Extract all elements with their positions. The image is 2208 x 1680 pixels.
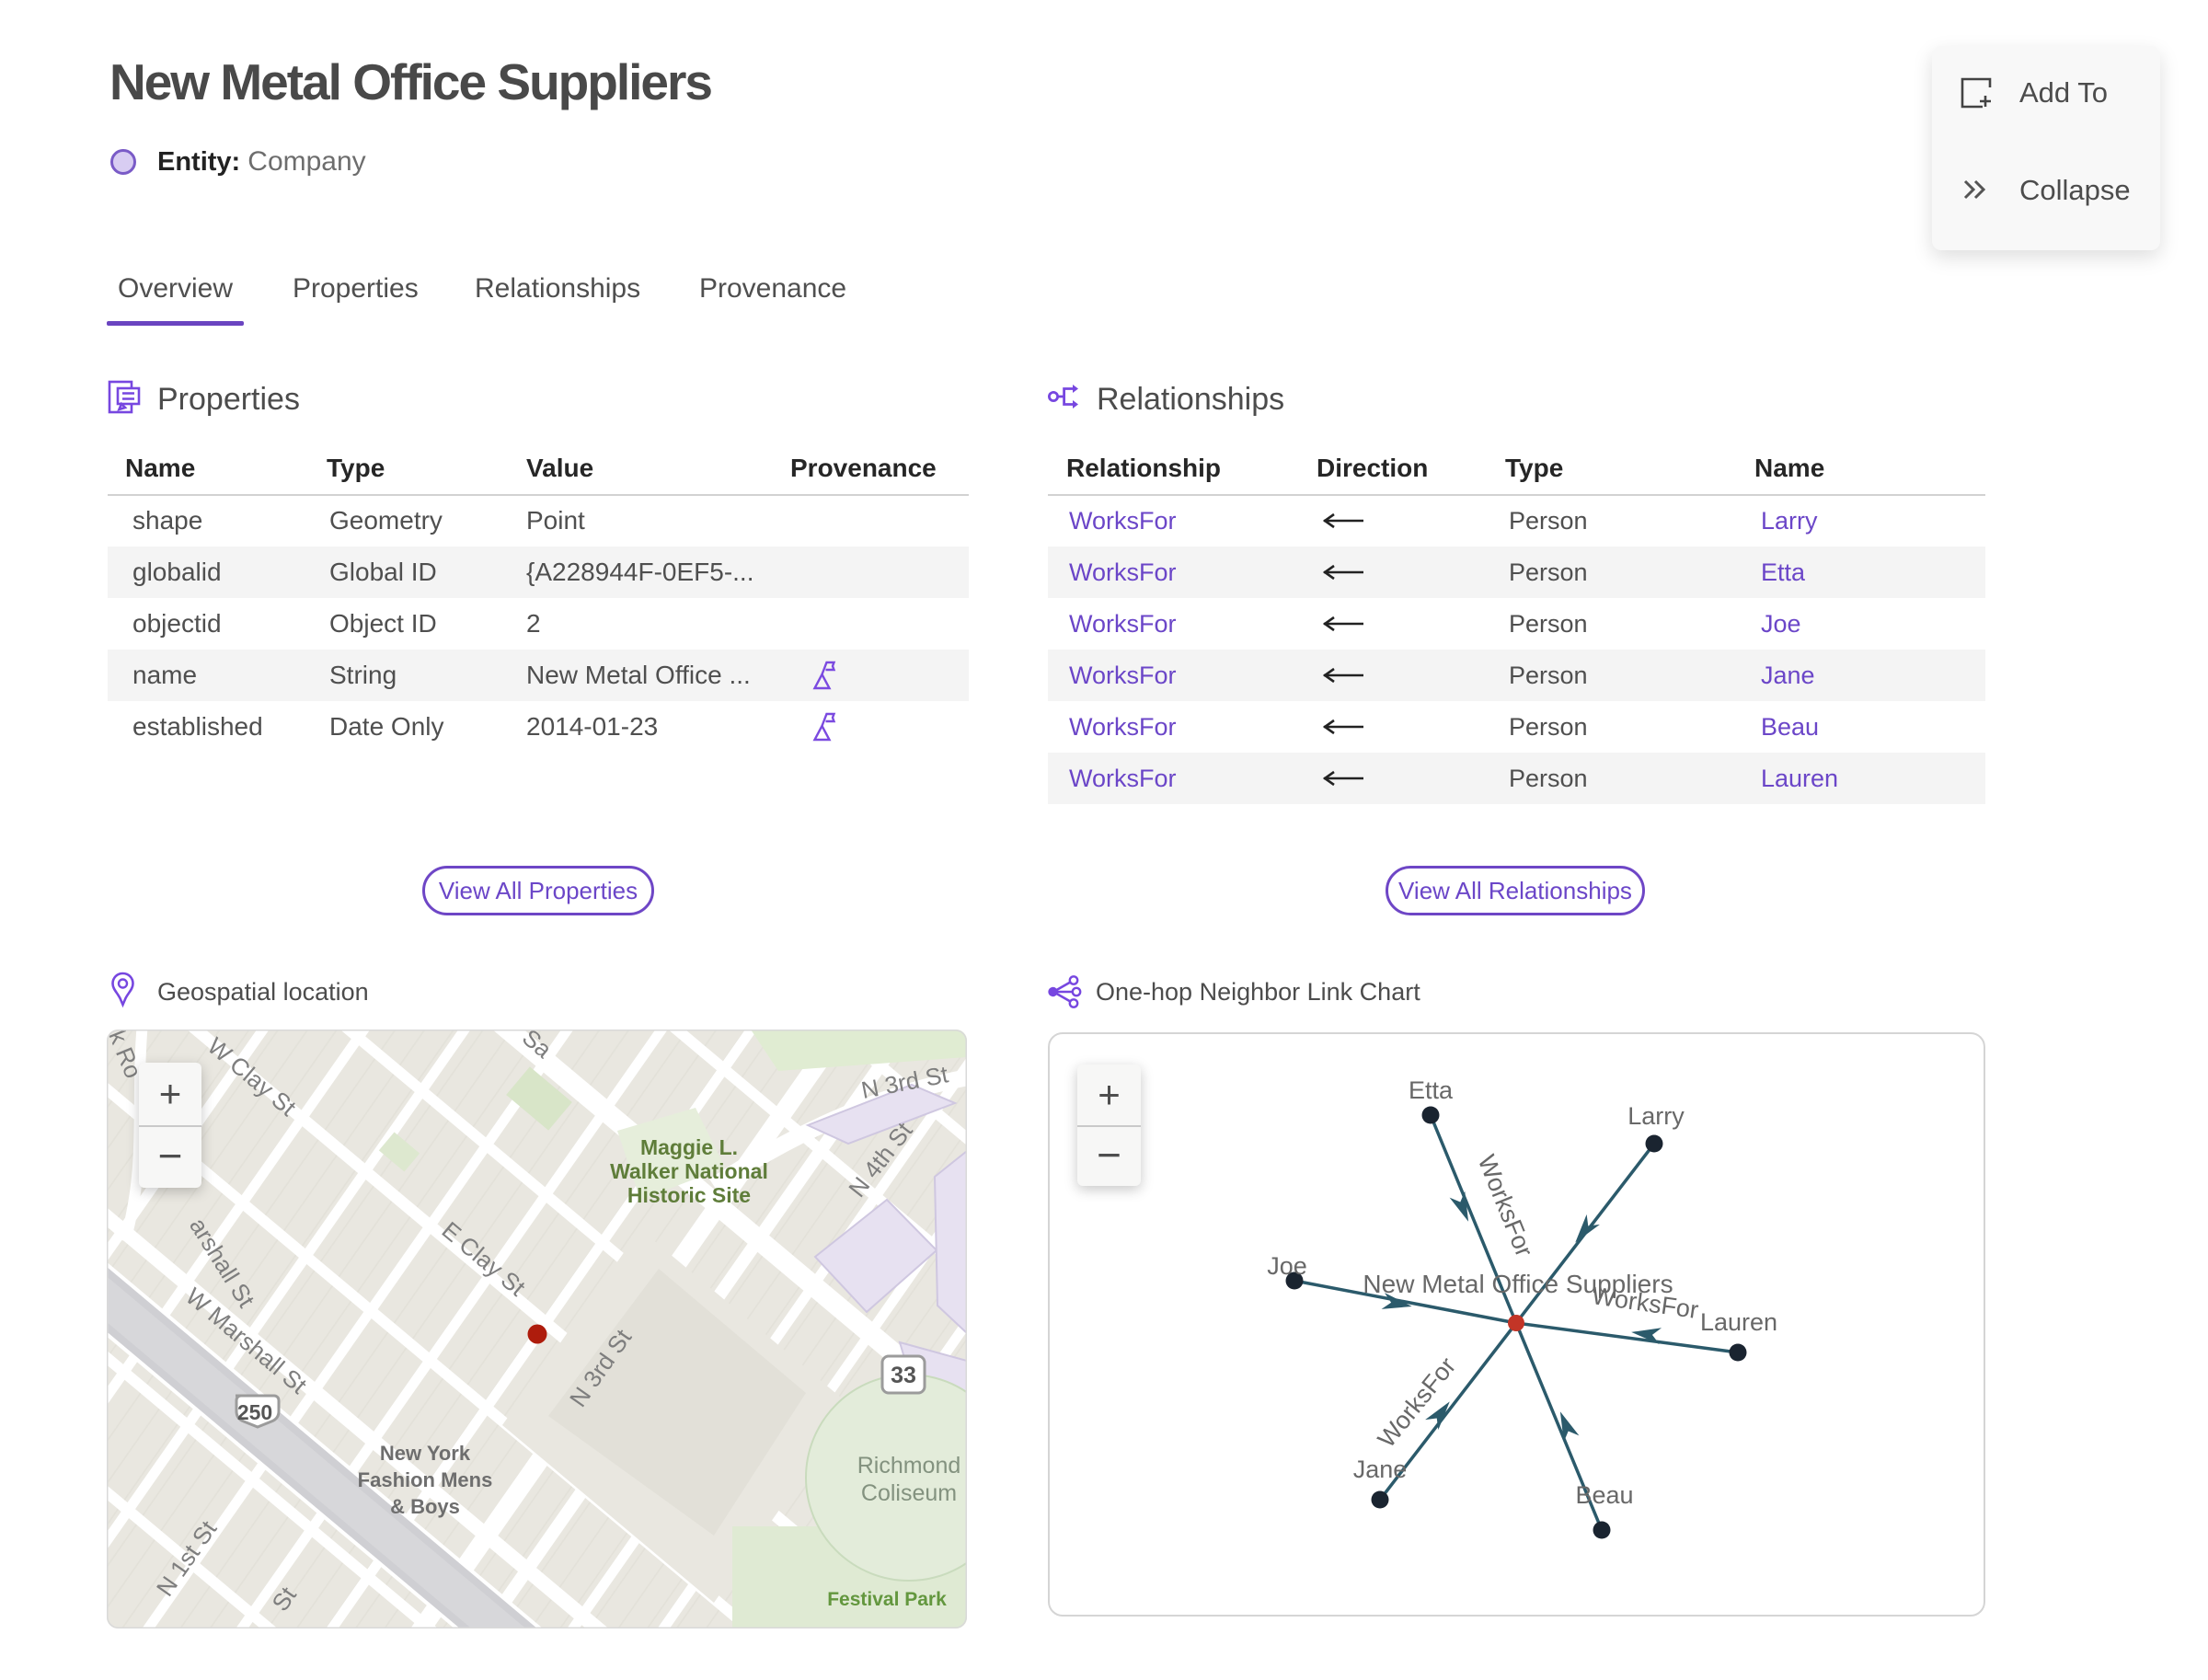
svg-text:Fashion Mens: Fashion Mens [358,1468,493,1491]
svg-text:Festival Park: Festival Park [827,1589,947,1610]
svg-text:Maggie L.: Maggie L. [640,1135,738,1159]
svg-text:250: 250 [237,1400,272,1424]
svg-text:Etta: Etta [1409,1076,1454,1104]
svg-text:Walker National: Walker National [610,1159,768,1183]
svg-text:Historic Site: Historic Site [627,1183,751,1207]
svg-text:Jane: Jane [1353,1456,1408,1483]
svg-text:33: 33 [891,1363,916,1388]
svg-text:Richmond: Richmond [857,1453,961,1479]
svg-text:Larry: Larry [1627,1102,1685,1130]
svg-text:Beau: Beau [1575,1481,1633,1509]
svg-text:Lauren: Lauren [1700,1308,1777,1336]
svg-text:WorksFor: WorksFor [1373,1352,1462,1453]
svg-text:& Boys: & Boys [390,1495,460,1518]
svg-text:Joe: Joe [1267,1252,1307,1280]
svg-text:New York: New York [380,1442,471,1465]
svg-text:WorksFor: WorksFor [1590,1282,1700,1324]
svg-text:Coliseum: Coliseum [861,1480,957,1506]
